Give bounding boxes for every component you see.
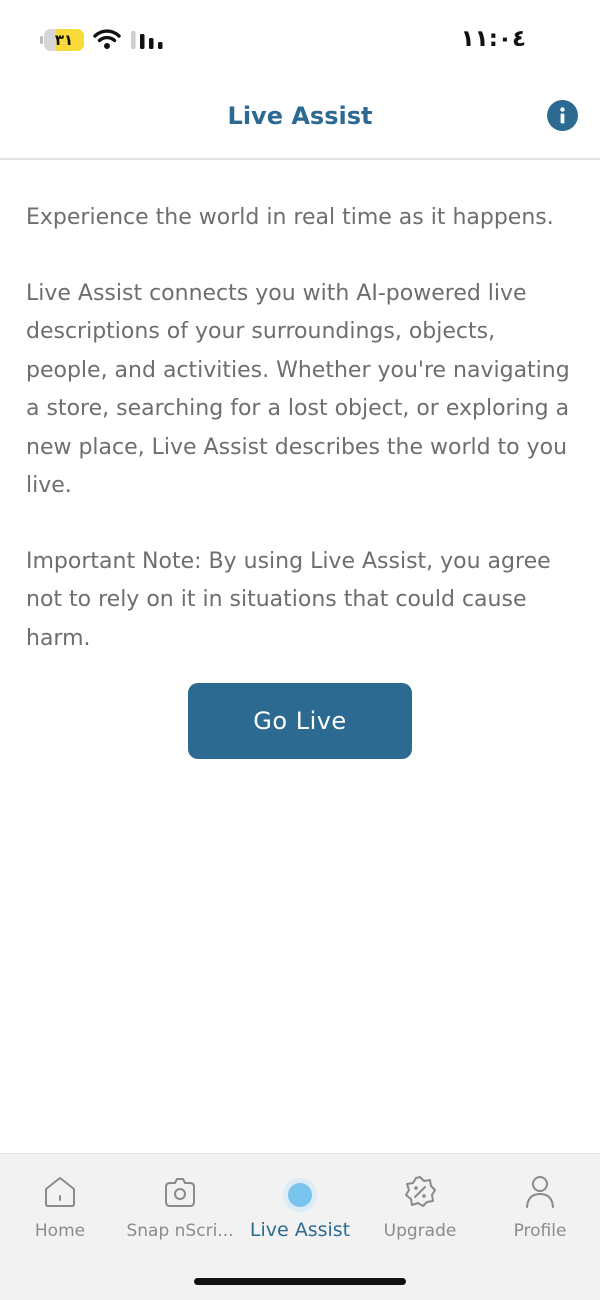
home-icon <box>45 1177 75 1207</box>
important-note-paragraph: Important Note: By using Live Assist, yo… <box>26 548 551 651</box>
tab-profile[interactable]: Profile <box>480 1164 600 1244</box>
battery-indicator: ٣١ <box>40 29 84 51</box>
status-time: ١١:٠٤ <box>460 26 526 52</box>
tab-snap-nscribe[interactable]: Snap nScri... <box>120 1164 240 1244</box>
tab-live-assist-label: Live Assist <box>249 1219 351 1241</box>
tab-profile-label: Profile <box>513 1221 567 1241</box>
app-header: Live Assist <box>0 80 600 160</box>
wifi-icon <box>93 28 121 50</box>
live-dot-icon <box>288 1183 312 1207</box>
page-title: Live Assist <box>227 102 373 130</box>
intro-paragraph: Experience the world in real time as it … <box>26 205 554 230</box>
battery-cap <box>40 36 43 44</box>
home-indicator[interactable] <box>194 1278 406 1285</box>
tab-live-assist[interactable]: Live Assist <box>240 1164 360 1244</box>
tab-home-label: Home <box>34 1221 86 1241</box>
feature-description-paragraph: Live Assist connects you with AI-powered… <box>26 280 570 499</box>
battery-level: ٣١ <box>54 31 74 49</box>
status-bar: ٣١ ١١:٠٤ <box>0 0 600 80</box>
description-content: Experience the world in real time as it … <box>26 199 578 695</box>
tab-upgrade[interactable]: Upgrade <box>360 1164 480 1244</box>
tab-upgrade-label: Upgrade <box>383 1221 457 1241</box>
go-live-button[interactable]: Go Live <box>188 683 412 759</box>
tab-snap-nscribe-label: Snap nScri... <box>126 1221 234 1241</box>
info-button[interactable] <box>547 100 578 131</box>
discount-badge-icon <box>405 1176 436 1207</box>
person-icon <box>526 1176 554 1208</box>
cellular-signal-icon <box>131 31 165 49</box>
camera-icon <box>165 1178 195 1207</box>
info-icon <box>560 107 565 124</box>
tab-home[interactable]: Home <box>0 1164 120 1244</box>
